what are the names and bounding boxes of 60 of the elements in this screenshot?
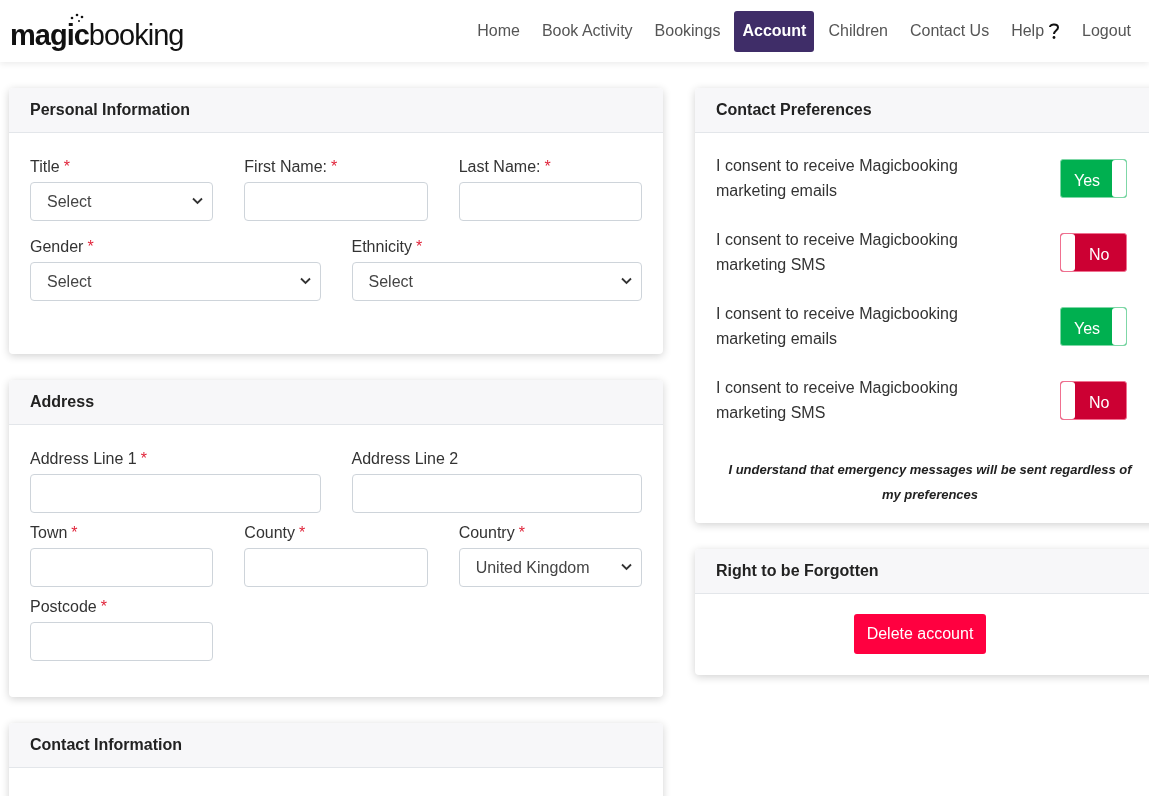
delete-account-button[interactable]: Delete account [853, 614, 987, 654]
card-title: Contact Information [30, 735, 182, 755]
chevron-down-icon [299, 277, 311, 285]
field-label: Postcode [30, 597, 97, 617]
nav-link[interactable]: Home [469, 10, 528, 52]
toggle-switch[interactable]: No [1060, 232, 1127, 272]
chevron-down-icon [192, 197, 204, 205]
field-label: Address Line 2 [351, 449, 459, 469]
text-field[interactable] [30, 474, 321, 513]
text-field[interactable] [244, 182, 428, 221]
required-asterisk: * [140, 449, 147, 469]
nav-link[interactable]: Bookings [646, 10, 729, 52]
required-asterisk: * [415, 237, 423, 257]
required-asterisk: * [71, 523, 78, 543]
select-field[interactable]: Select [30, 262, 321, 301]
emergency-note: I understand that emergency messages will be sent regardless of my preferences [727, 461, 1134, 504]
consent-text: I consent to receive Magicbooking marketing emails [716, 304, 959, 349]
text-field[interactable] [244, 548, 428, 587]
select-field[interactable]: United Kingdom [458, 548, 642, 587]
consent-text: I consent to receive Magicbooking marketing SMS [716, 378, 959, 423]
card-title: Address [30, 392, 95, 412]
required-asterisk: * [87, 237, 94, 257]
field-label: Last Name: [458, 157, 541, 177]
required-asterisk: * [331, 157, 338, 177]
field-label: Country [458, 523, 515, 543]
chevron-down-icon [621, 563, 632, 571]
toggle-switch[interactable]: No [1060, 380, 1127, 420]
field-label: Title [30, 157, 60, 177]
text-field[interactable] [30, 622, 214, 661]
text-field[interactable] [458, 182, 642, 221]
nav-link[interactable]: Help [1003, 10, 1069, 52]
sparkle-icon [70, 12, 84, 23]
select-field[interactable]: Select [30, 182, 214, 221]
card-title: Contact Preferences [716, 100, 872, 120]
field-label: County [244, 523, 296, 543]
field-label: Town [30, 523, 68, 543]
field-label: First Name: [244, 157, 327, 177]
text-field[interactable] [30, 548, 214, 587]
question-mark-icon [1048, 22, 1061, 40]
nav-link[interactable]: Logout [1074, 10, 1139, 52]
field-label: Gender [30, 237, 84, 257]
logo[interactable]: magicbooking [10, 12, 184, 50]
field-label: Address Line 1 [30, 449, 137, 469]
select-field[interactable]: Select [351, 262, 642, 301]
required-asterisk: * [100, 597, 107, 617]
text-field[interactable] [351, 474, 642, 513]
nav-link[interactable]: Account [734, 10, 815, 52]
field-label: Ethnicity [351, 237, 412, 257]
nav-link[interactable]: Children [820, 10, 896, 52]
nav-link[interactable]: Contact Us [902, 10, 998, 52]
consent-text: I consent to receive Magicbooking marketing emails [716, 156, 959, 201]
required-asterisk: * [63, 157, 70, 177]
nav-link[interactable]: Book Activity [533, 10, 641, 52]
required-asterisk: * [299, 523, 306, 543]
card-title: Personal Information [30, 100, 191, 120]
chevron-down-icon [621, 277, 632, 285]
required-asterisk: * [518, 523, 525, 543]
required-asterisk: * [544, 157, 551, 177]
consent-text: I consent to receive Magicbooking marketing SMS [716, 230, 959, 275]
card-title: Right to be Forgotten [716, 561, 879, 581]
